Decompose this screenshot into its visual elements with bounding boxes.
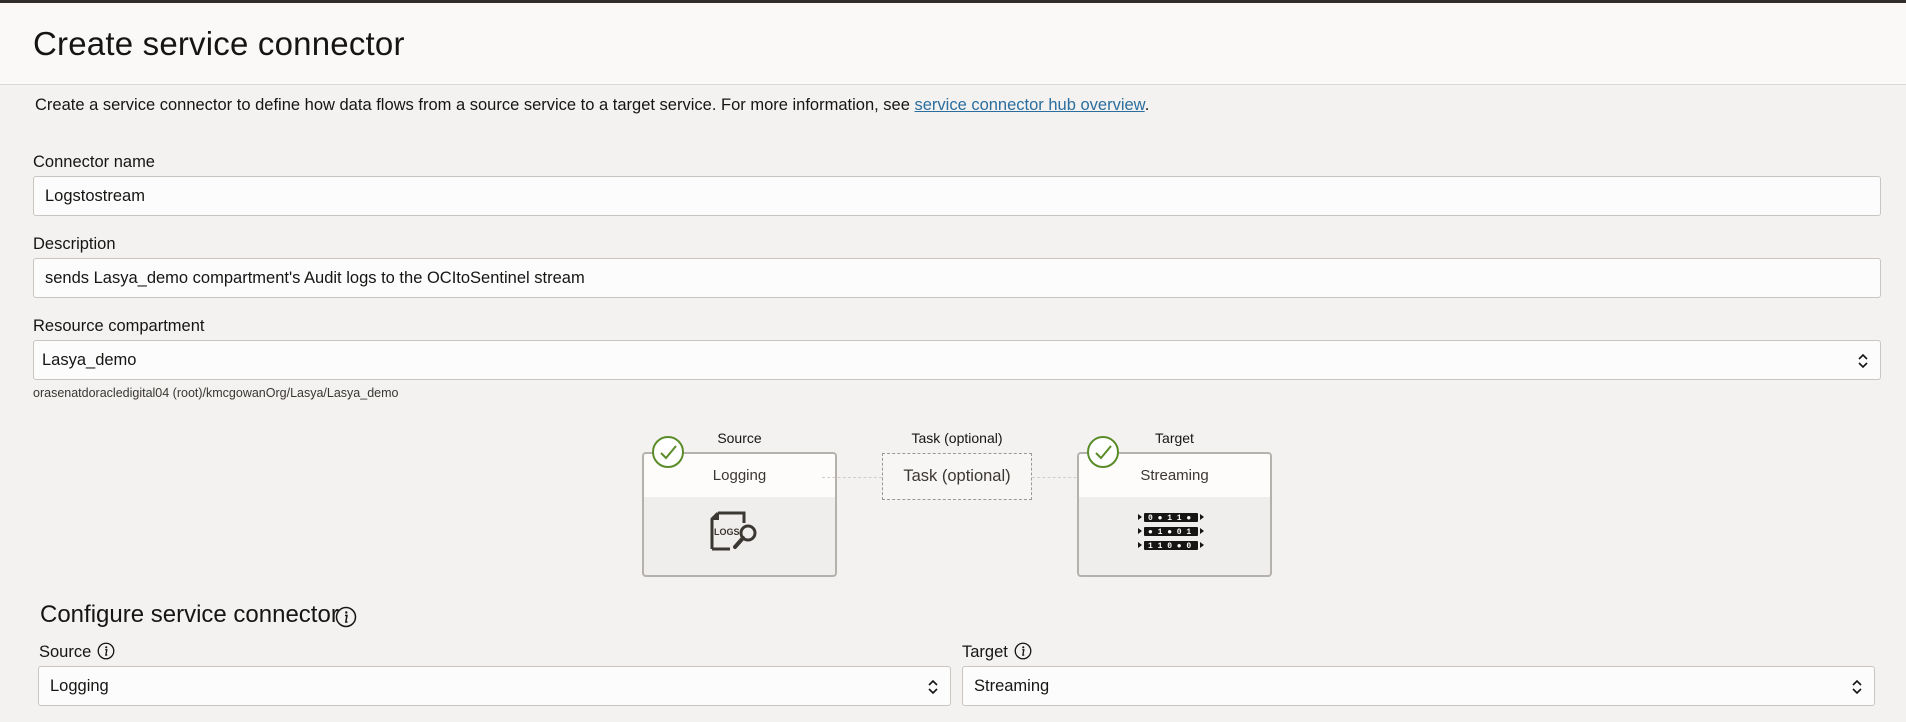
resource-compartment-select[interactable]: Lasya_demo [33,340,1881,380]
checkmark-icon [1095,445,1112,460]
description-label: Description [33,235,116,253]
resource-compartment-value: Lasya_demo [42,350,137,369]
stream-row-1: 0 ● 1 1 ● [1148,514,1191,523]
target-select-label: Target [962,643,1008,661]
source-info-icon[interactable] [97,642,115,660]
select-chevrons-icon [1858,353,1868,369]
intro-suffix: . [1144,96,1150,114]
checkmark-icon [660,445,677,460]
source-select-value: Logging [50,676,109,695]
task-optional-box[interactable]: Task (optional) [882,453,1032,500]
stream-row-2: ● 1 ● 0 1 [1148,528,1191,537]
logs-search-icon: LOGS [710,511,757,551]
page-title: Create service connector [33,25,405,62]
stream-bits-icon: 0 ● 1 1 ● ● 1 ● 0 1 1 1 0 ● 0 [1138,513,1204,551]
info-icon[interactable] [335,606,357,628]
target-card-body: 0 ● 1 1 ● ● 1 ● 0 1 1 1 0 ● 0 [1079,497,1270,575]
source-task-connector [822,477,882,478]
service-connector-hub-overview-link[interactable]: service connector hub overview [914,96,1144,114]
task-flow-title: Task (optional) [911,430,1003,446]
select-chevrons-icon [1852,679,1862,695]
source-complete-check [652,436,684,468]
select-chevrons-icon [928,679,938,695]
connector-name-value: Logstostream [45,186,145,205]
target-info-icon[interactable] [1014,642,1032,660]
target-card[interactable]: Streaming 0 ● 1 1 ● ● 1 ● 0 1 1 1 0 ● 0 [1077,452,1272,577]
target-complete-check [1087,436,1119,468]
description-value: sends Lasya_demo compartment's Audit log… [45,268,585,287]
target-select[interactable]: Streaming [962,666,1875,706]
intro-text: Create a service connector to define how… [35,96,1149,115]
connector-name-input[interactable]: Logstostream [33,176,1881,216]
page-header: Create service connector [0,3,1906,85]
stream-row-3: 1 1 0 ● 0 [1148,542,1191,551]
configure-section-title: Configure service connector [40,601,339,628]
target-select-value: Streaming [974,676,1050,695]
source-select-label: Source [39,643,92,661]
connector-name-label: Connector name [33,153,155,171]
svg-text:LOGS: LOGS [714,527,740,537]
intro-sentence: Create a service connector to define how… [35,96,915,114]
source-card-body: LOGS [644,497,835,575]
resource-compartment-label: Resource compartment [33,317,205,335]
source-card[interactable]: Logging LOGS [642,452,837,577]
description-input[interactable]: sends Lasya_demo compartment's Audit log… [33,258,1881,298]
source-select[interactable]: Logging [38,666,951,706]
compartment-path: orasenatdoracledigital04 (root)/kmcgowan… [33,386,399,400]
